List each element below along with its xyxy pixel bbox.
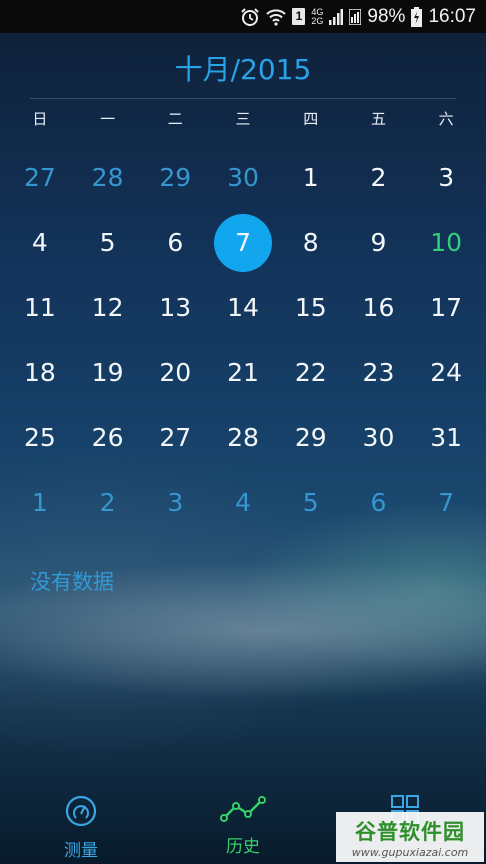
- day-cell-today[interactable]: 10: [412, 210, 480, 275]
- day-cell[interactable]: 16: [345, 275, 413, 340]
- watermark-url: www.gupuxiazai.com: [351, 845, 469, 859]
- week-row: 11 12 13 14 15 16 17: [6, 275, 480, 340]
- day-cell[interactable]: 3: [412, 145, 480, 210]
- alarm-icon: [240, 7, 260, 27]
- day-cell[interactable]: 24: [412, 340, 480, 405]
- tab-history[interactable]: 历史: [162, 780, 324, 864]
- day-cell[interactable]: 1: [277, 145, 345, 210]
- weekday-header: 日 一 二 三 四 五 六: [6, 108, 480, 129]
- day-cell[interactable]: 1: [6, 470, 74, 535]
- day-cell[interactable]: 4: [209, 470, 277, 535]
- day-cell[interactable]: 27: [141, 405, 209, 470]
- day-cell[interactable]: 7: [412, 470, 480, 535]
- gauge-icon: [64, 794, 98, 832]
- day-cell[interactable]: 2: [345, 145, 413, 210]
- day-cell[interactable]: 3: [141, 470, 209, 535]
- signal-icon: [329, 8, 344, 25]
- signal-icon-2: [349, 8, 362, 25]
- header-divider: [30, 98, 456, 99]
- day-cell[interactable]: 9: [345, 210, 413, 275]
- day-cell[interactable]: 2: [74, 470, 142, 535]
- weekday-label: 三: [235, 110, 251, 128]
- weekday-label: 五: [370, 110, 386, 128]
- network-type: 4G 2G: [311, 6, 324, 26]
- day-cell[interactable]: 26: [74, 405, 142, 470]
- day-cell[interactable]: 15: [277, 275, 345, 340]
- week-row: 27 28 29 30 1 2 3: [6, 145, 480, 210]
- clock: 16:07: [428, 5, 476, 27]
- day-cell[interactable]: 21: [209, 340, 277, 405]
- day-cell[interactable]: 20: [141, 340, 209, 405]
- battery-percent: 98%: [367, 5, 406, 27]
- day-cell[interactable]: 4: [6, 210, 74, 275]
- wifi-icon: [266, 8, 287, 26]
- watermark-title: 谷普软件园: [355, 819, 465, 844]
- day-cell[interactable]: 29: [141, 145, 209, 210]
- day-cell[interactable]: 28: [209, 405, 277, 470]
- day-cell[interactable]: 30: [209, 145, 277, 210]
- day-cell[interactable]: 30: [345, 405, 413, 470]
- weekday-label: 二: [167, 110, 183, 128]
- battery-charging-icon: [411, 6, 423, 27]
- week-row: 25 26 27 28 29 30 31: [6, 405, 480, 470]
- tab-label: 历史: [226, 837, 260, 857]
- empty-state-message: 没有数据: [30, 570, 114, 594]
- weekday-label: 六: [438, 110, 454, 128]
- day-cell[interactable]: 19: [74, 340, 142, 405]
- day-cell[interactable]: 5: [74, 210, 142, 275]
- weekday-label: 日: [32, 110, 48, 128]
- day-cell[interactable]: 11: [6, 275, 74, 340]
- day-cell[interactable]: 28: [74, 145, 142, 210]
- day-cell[interactable]: 5: [277, 470, 345, 535]
- day-cell[interactable]: 17: [412, 275, 480, 340]
- day-cell[interactable]: 8: [277, 210, 345, 275]
- day-cell[interactable]: 6: [345, 470, 413, 535]
- week-row: 1 2 3 4 5 6 7: [6, 470, 480, 535]
- day-cell[interactable]: 6: [141, 210, 209, 275]
- day-cell[interactable]: 23: [345, 340, 413, 405]
- weekday-label: 一: [100, 110, 116, 128]
- day-cell[interactable]: 31: [412, 405, 480, 470]
- month-title[interactable]: 十月/2015: [0, 48, 486, 88]
- week-row: 18 19 20 21 22 23 24: [6, 340, 480, 405]
- tab-label: 测量: [64, 841, 98, 861]
- line-chart-icon: [220, 794, 266, 828]
- day-cell[interactable]: 13: [141, 275, 209, 340]
- day-cell[interactable]: 18: [6, 340, 74, 405]
- day-cell[interactable]: 27: [6, 145, 74, 210]
- status-bar: 1 4G 2G 98% 16:07: [0, 0, 486, 33]
- sim-card-icon: 1: [292, 8, 306, 25]
- day-cell[interactable]: 29: [277, 405, 345, 470]
- day-cell[interactable]: 12: [74, 275, 142, 340]
- tab-measure[interactable]: 测量: [0, 780, 162, 864]
- day-cell[interactable]: 25: [6, 405, 74, 470]
- day-cell[interactable]: 14: [209, 275, 277, 340]
- day-cell[interactable]: 22: [277, 340, 345, 405]
- calendar-grid: 27 28 29 30 1 2 3 4 5 6 7 8 9 10 11 12 1…: [6, 145, 480, 535]
- week-row: 4 5 6 7 8 9 10: [6, 210, 480, 275]
- day-cell-selected[interactable]: 7: [209, 210, 277, 275]
- weekday-label: 四: [303, 110, 319, 128]
- watermark: 谷普软件园 www.gupuxiazai.com: [336, 812, 484, 862]
